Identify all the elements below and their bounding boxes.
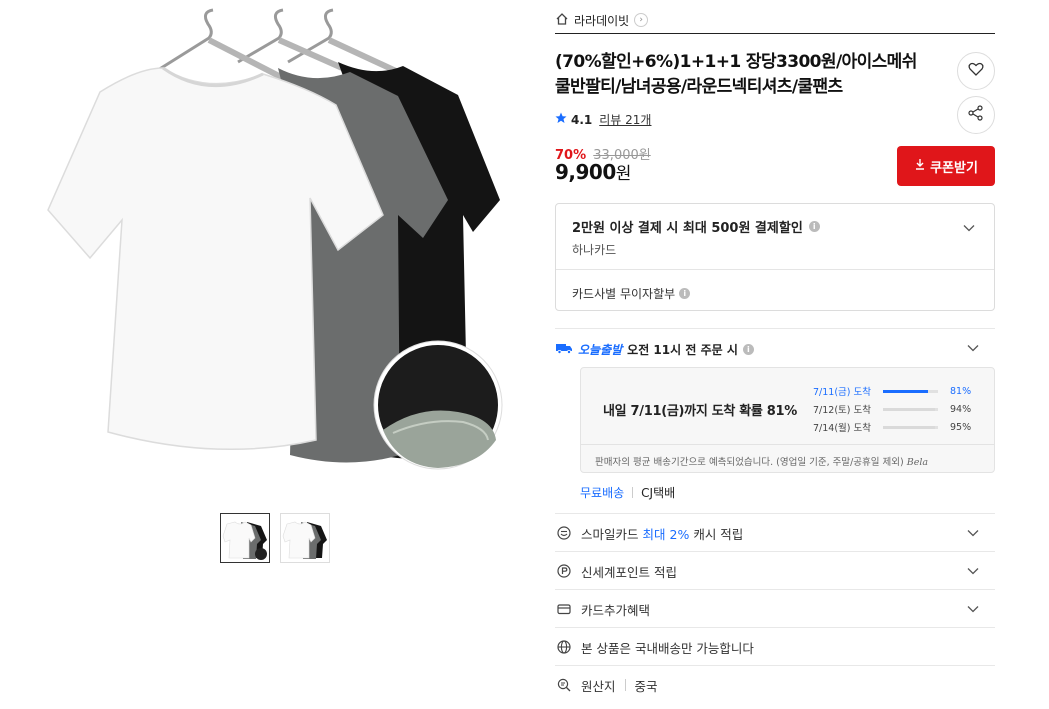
card-issuer: 하나카드 <box>572 243 617 257</box>
chevron-down-icon[interactable] <box>966 526 980 540</box>
delivery-estimate-box: 내일 7/11(금)까지 도착 확률 81% 7/11(금) 도착 81% 7/… <box>580 367 995 473</box>
product-main-image[interactable] <box>38 0 508 485</box>
origin-row: 원산지 중국 <box>555 666 995 704</box>
probability-bar-fill <box>883 425 936 429</box>
point-benefit-label: 신세계포인트 적립 <box>581 564 677 580</box>
delivery-headline: 내일 7/11(금)까지 도착 확률 81% <box>603 404 798 419</box>
rating-row: 4.1 리뷰 21개 <box>555 111 651 128</box>
free-shipping-label: 무료배송 <box>580 486 625 500</box>
smile-card-suffix: 캐시 적립 <box>693 526 744 542</box>
chevron-down-icon[interactable] <box>966 341 980 355</box>
delivery-note: 판매자의 평균 배송기간으로 예측되었습니다. (영업일 기준, 주말/공휴일 … <box>581 444 994 472</box>
seller-link[interactable]: 라라데이빗 › <box>555 9 649 31</box>
carrier-row: 무료배송 CJ택배 <box>580 484 675 501</box>
origin-value: 중국 <box>634 678 658 694</box>
installment-label: 카드사별 무이자할부 <box>572 287 676 301</box>
delivery-note-sign: Bela <box>906 457 929 468</box>
coupon-button[interactable]: 쿠폰받기 <box>897 146 995 186</box>
probability-bar <box>883 425 938 429</box>
delivery-probability-row: 7/11(금) 도착 81% <box>813 382 980 400</box>
carrier-name: CJ택배 <box>641 486 676 500</box>
share-icon <box>967 104 985 126</box>
card-extra-benefit[interactable]: 카드추가혜택 <box>555 590 995 628</box>
share-button[interactable] <box>957 96 995 134</box>
domestic-notice-text: 본 상품은 국내배송만 가능합니다 <box>581 640 754 656</box>
shipping-brand: 오늘출발 <box>578 343 623 357</box>
thumbnail-list <box>220 513 330 563</box>
carrier-separator <box>632 487 634 498</box>
thumbnail-2[interactable] <box>280 513 330 563</box>
probability-bar <box>883 389 938 393</box>
probability-bar-fill <box>883 389 928 393</box>
delivery-probability-row: 7/14(월) 도착 95% <box>813 418 980 436</box>
heart-icon <box>967 60 985 82</box>
delivery-probability-row: 7/12(토) 도착 94% <box>813 400 980 418</box>
card-promo-box: 2만원 이상 결제 시 최대 500원 결제할인 i 하나카드 카드사별 무이자… <box>555 203 995 311</box>
delivery-date: 7/12(토) 도착 <box>813 405 871 416</box>
point-icon <box>557 564 571 578</box>
probability-bar-fill <box>883 407 935 411</box>
shipping-row: 오늘출발 오전 11시 전 주문 시 i <box>555 341 754 358</box>
point-benefit[interactable]: 신세계포인트 적립 <box>555 552 995 590</box>
coupon-label: 쿠폰받기 <box>930 160 978 176</box>
wishlist-button[interactable] <box>957 52 995 90</box>
delivery-date: 7/11(금) 도착 <box>813 387 871 398</box>
chevron-down-icon[interactable] <box>966 602 980 616</box>
card-promo-title: 2만원 이상 결제 시 최대 500원 결제할인 <box>572 221 803 236</box>
rating-score: 4.1 <box>571 112 593 127</box>
sale-price-value: 9,900 <box>555 160 616 184</box>
info-icon[interactable]: i <box>742 344 754 355</box>
section-divider <box>555 328 995 329</box>
delivery-percent: 81% <box>950 385 972 397</box>
delivery-percent: 94% <box>950 403 972 415</box>
delivery-percent: 95% <box>950 421 972 433</box>
card-promo-title-row: 2만원 이상 결제 시 최대 500원 결제할인 i <box>572 217 820 236</box>
globe-icon <box>557 640 571 654</box>
sale-price-unit: 원 <box>615 164 632 184</box>
smile-card-label: 스마일카드 <box>581 526 639 542</box>
review-link[interactable]: 리뷰 21개 <box>599 111 651 128</box>
seller-divider <box>555 33 995 34</box>
shipping-cutoff: 오전 11시 전 주문 시 <box>627 343 738 357</box>
origin-label: 원산지 <box>581 678 616 694</box>
card-extra-label: 카드추가혜택 <box>581 602 651 618</box>
truck-icon <box>555 342 573 357</box>
seller-name: 라라데이빗 <box>574 13 630 28</box>
thumbnail-1[interactable] <box>220 513 270 563</box>
smile-icon <box>557 526 571 540</box>
installment-row: 카드사별 무이자할부 i <box>572 285 691 302</box>
probability-bar <box>883 407 938 411</box>
download-icon <box>914 158 926 174</box>
info-icon[interactable]: i <box>679 288 691 299</box>
delivery-date: 7/14(월) 도착 <box>813 423 871 434</box>
chevron-right-icon: › <box>634 13 649 27</box>
chevron-down-icon[interactable] <box>962 221 976 235</box>
delivery-probability-list: 7/11(금) 도착 81% 7/12(토) 도착 94% 7/14(월) 도착… <box>813 382 980 436</box>
origin-separator <box>624 679 626 691</box>
star-icon <box>555 112 567 127</box>
sale-price: 9,900원 <box>555 159 631 184</box>
delivery-note-text: 판매자의 평균 배송기간으로 예측되었습니다. (영업일 기준, 주말/공휴일 … <box>595 457 904 468</box>
smile-card-benefit[interactable]: 스마일카드 최대 2% 캐시 적립 <box>555 514 995 552</box>
chevron-down-icon[interactable] <box>966 564 980 578</box>
product-title: (70%할인+6%)1+1+1 장당3300원/아이스메쉬 쿨반팔티/남녀공용/… <box>555 52 917 97</box>
domestic-shipping-notice: 본 상품은 국내배송만 가능합니다 <box>555 628 995 666</box>
card-icon <box>557 602 571 616</box>
search-icon <box>557 678 571 692</box>
home-icon <box>555 12 569 29</box>
card-box-divider <box>556 269 994 270</box>
smile-card-highlight: 최대 2% <box>642 526 690 542</box>
info-icon[interactable]: i <box>808 221 820 232</box>
